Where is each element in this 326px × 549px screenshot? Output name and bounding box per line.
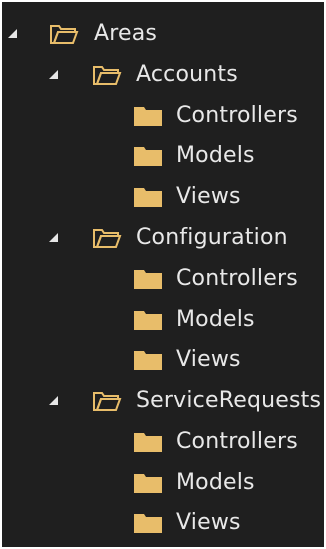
tree-node-label: Configuration	[136, 225, 288, 250]
folder-icon	[134, 433, 162, 452]
tree-node-label: ServiceRequests	[136, 388, 322, 413]
tree-node-accounts-controllers[interactable]: Controllers	[2, 96, 324, 136]
tree-node-configuration[interactable]: Configuration	[2, 218, 324, 258]
expand-arrow-icon[interactable]	[49, 233, 58, 242]
tree-node-accounts-views[interactable]: Views	[2, 177, 324, 217]
folder-open-icon	[93, 66, 122, 85]
folder-icon	[134, 270, 162, 289]
tree-node-configuration-views[interactable]: Views	[2, 340, 324, 380]
expand-arrow-icon[interactable]	[49, 70, 58, 79]
tree-node-label: Models	[176, 470, 255, 495]
solution-explorer-panel: Areas Accounts Controllers Models Views …	[2, 2, 324, 547]
tree-node-areas[interactable]: Areas	[2, 14, 324, 54]
tree-node-label: Areas	[94, 21, 158, 46]
folder-open-icon	[93, 392, 122, 411]
folder-icon	[134, 514, 162, 533]
tree-node-label: Controllers	[176, 266, 298, 291]
tree-node-label: Controllers	[176, 429, 298, 454]
folder-icon	[134, 351, 162, 370]
tree-node-label: Views	[176, 510, 241, 535]
expand-arrow-icon[interactable]	[8, 29, 17, 38]
folder-tree: Areas Accounts Controllers Models Views …	[2, 2, 324, 547]
tree-node-servicerequests-controllers[interactable]: Controllers	[2, 422, 324, 462]
tree-node-label: Models	[176, 143, 255, 168]
tree-node-configuration-controllers[interactable]: Controllers	[2, 259, 324, 299]
tree-node-servicerequests[interactable]: ServiceRequests	[2, 381, 324, 421]
tree-node-servicerequests-views[interactable]: Views	[2, 503, 324, 543]
folder-icon	[134, 474, 162, 493]
tree-node-accounts[interactable]: Accounts	[2, 55, 324, 95]
tree-node-accounts-models[interactable]: Models	[2, 136, 324, 176]
tree-node-label: Views	[176, 347, 241, 372]
folder-icon	[134, 107, 162, 126]
tree-node-servicerequests-models[interactable]: Models	[2, 463, 324, 503]
folder-icon	[134, 311, 162, 330]
tree-node-label: Accounts	[136, 62, 238, 87]
expand-arrow-icon[interactable]	[49, 396, 58, 405]
folder-icon	[134, 147, 162, 166]
tree-node-configuration-models[interactable]: Models	[2, 300, 324, 340]
folder-icon	[134, 188, 162, 207]
tree-node-label: Controllers	[176, 103, 298, 128]
folder-open-icon	[50, 25, 79, 44]
tree-node-label: Views	[176, 184, 241, 209]
folder-open-icon	[93, 229, 122, 248]
tree-node-label: Models	[176, 307, 255, 332]
